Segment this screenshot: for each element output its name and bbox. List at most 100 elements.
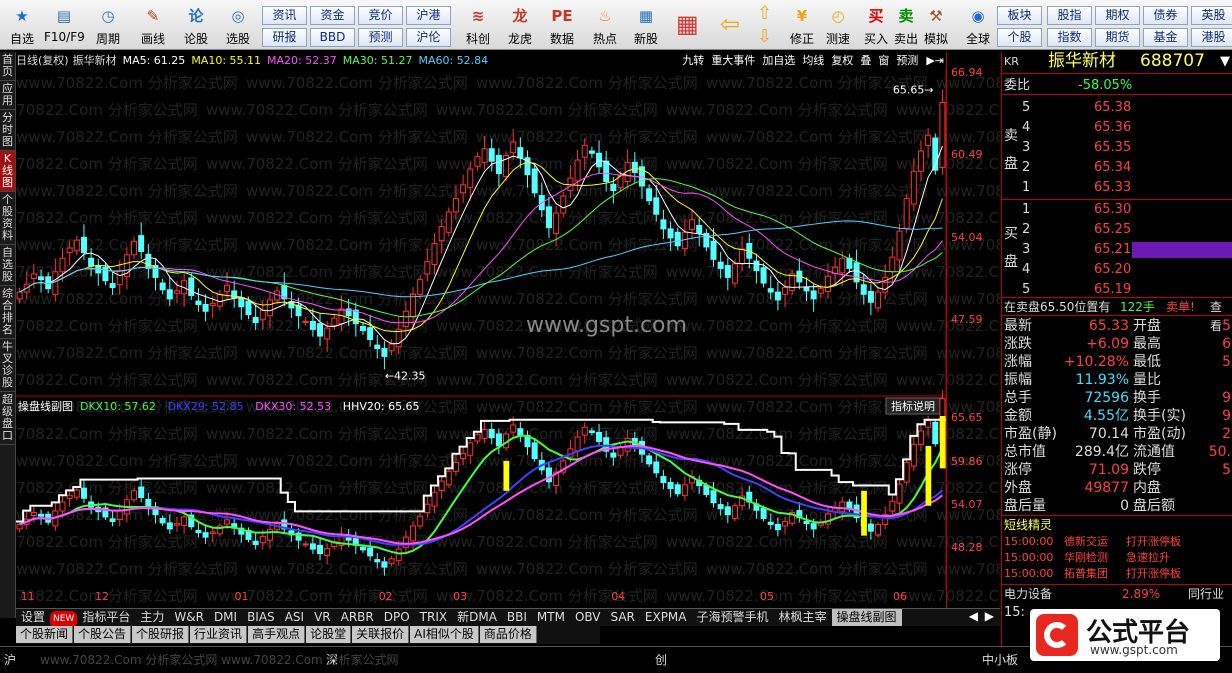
toolbar-rmb-button[interactable]: ¥ 修正 [782,2,822,48]
indicator-tab[interactable]: BBI [502,609,532,626]
sidebar-item[interactable]: 超级盘口 [0,392,15,445]
indicator-tab[interactable]: W&R [169,609,209,626]
info-tab[interactable]: 论股堂 [306,626,352,643]
back-arrow-icon[interactable]: ⇦ [720,10,740,38]
toolbar-hammer-button[interactable]: ⚒ 模拟 [916,2,956,48]
quick-button[interactable]: 股指 [1047,6,1092,25]
indicator-tab[interactable]: 子海预警手机 [692,609,774,626]
play-icon[interactable]: ▶⇥ [926,54,944,67]
sidebar-item[interactable]: 分时图 [0,110,15,151]
chart-tool-button[interactable]: 均线 [802,54,824,67]
grid-icon[interactable]: ▦ [676,10,699,38]
sector-name[interactable]: 电力设备 [1004,585,1052,604]
indicator-tab[interactable]: DPO [379,609,415,626]
quick-button[interactable]: 资讯 [262,6,307,25]
indicator-tab[interactable]: DMI [209,609,242,626]
info-tab[interactable]: 个股研报 [132,626,190,643]
toolbar-f10-button[interactable]: ▤ F10/F9 [44,2,85,48]
quick-button[interactable]: 债券 [1143,6,1188,25]
toolbar-globe-button[interactable]: ◉ 全球 [958,2,998,48]
info-tab[interactable]: 关联报价 [352,626,410,643]
news-row[interactable]: 15:00:00 拓普集团 打开涨停板 [1002,566,1232,585]
quick-button[interactable]: 板块 [997,6,1042,25]
sidebar-item[interactable]: K线图 [0,151,15,192]
toolbar-chart-button[interactable]: ≋ 科创 [458,2,498,48]
chart-tool-button[interactable]: 预测 [896,54,918,67]
candle-body [588,150,595,154]
tab-scroll-right-icon[interactable]: ▶ [985,609,994,623]
sidebar-item[interactable]: 自选股 [0,245,15,286]
quick-button[interactable]: 竞价 [358,6,403,25]
indicator-tab[interactable]: OBV [570,609,606,626]
quick-button[interactable]: 沪港 [406,6,451,25]
indicator-tab[interactable]: VR [309,609,336,626]
toolbar-clock-button[interactable]: ◷ 周期 [88,2,128,48]
indicator-tab[interactable]: BIAS [242,609,280,626]
quick-button[interactable]: 指数 [1047,28,1092,47]
sidebar-item[interactable]: 个股资料 [0,192,15,245]
candle-body [917,150,924,172]
quick-button[interactable]: 期货 [1095,28,1140,47]
indicator-tab[interactable]: MTM [532,609,570,626]
quick-button[interactable]: 资金 [310,6,355,25]
toolbar-star-button[interactable]: ★ 自选 [2,2,42,48]
indicator-tab[interactable]: 主力 [135,609,169,626]
indicator-tab[interactable]: 操盘线副图 [831,609,902,626]
indicator-tab[interactable]: TRIX [415,609,452,626]
toolbar-pick-button[interactable]: ◎ 选股 [218,2,258,48]
indicator-tab[interactable]: ASI [280,609,309,626]
indicator-tab[interactable]: 指标平台 [77,609,135,626]
info-tab[interactable]: 个股公告 [74,626,132,643]
chart-tool-button[interactable]: 九转 [682,54,704,67]
info-tab[interactable]: 商品价格 [479,626,537,643]
indicator-tab[interactable]: EXPMA [640,609,692,626]
up-arrow-icon[interactable]: ⇧ [757,3,772,24]
dropdown-icon[interactable]: ▼ [1220,52,1230,71]
indicator-tab[interactable]: 设置 [16,609,50,626]
tab-scroll-left-icon[interactable]: ◀ [969,609,978,623]
market-index-d[interactable]: 中小板 [982,651,1018,668]
sidebar-item[interactable]: 牛叉诊股 [0,339,15,392]
chart-tool-button[interactable]: 窗 [878,54,889,67]
info-tab[interactable]: 个股新闻 [16,626,74,643]
info-tab[interactable]: 高手观点 [248,626,306,643]
kline-chart[interactable]: www.70822.Com 分析家公式网 www.70822.Com 分析家公式网… [16,70,1000,606]
toolbar-fire-button[interactable]: ♨ 热点 [585,2,625,48]
quick-button[interactable]: BBD [310,28,355,47]
info-tab[interactable]: 行业资讯 [190,626,248,643]
chart-tool-button[interactable]: 叠 [860,54,871,67]
toolbar-pen-button[interactable]: ✎ 画线 [133,2,173,48]
chart-tool-button[interactable]: 复权 [831,54,853,67]
sidebar-item[interactable]: 首页 [0,52,15,81]
quick-button[interactable]: 期权 [1095,6,1140,25]
quick-button[interactable]: 预测 [358,28,403,47]
quick-button[interactable]: 研报 [262,28,307,47]
sidebar-item[interactable]: 综合排名 [0,286,15,339]
quick-button[interactable]: 沪伦 [406,28,451,47]
news-title[interactable]: 短线精灵 [1004,516,1052,535]
market-index-c[interactable]: 创 [655,651,667,668]
sub-indicator-value: HHV20: 65.65 [343,400,420,413]
quick-button[interactable]: 个股 [997,28,1042,47]
sector-peers[interactable]: 同行业 [1188,585,1224,604]
chart-tool-button[interactable]: 加自选 [762,54,795,67]
quick-button[interactable]: 港股 [1191,28,1232,47]
quick-button[interactable]: 英股 [1191,6,1232,25]
toolbar-pe-button[interactable]: PE 数据 [542,2,582,48]
down-arrow-icon[interactable]: ⇩ [757,26,772,47]
market-index-a[interactable]: 沪 [4,651,16,668]
indicator-tab[interactable]: 林枫主宰 [774,609,832,626]
quick-button[interactable]: 基金 [1143,28,1188,47]
sidebar-item[interactable]: 应用 [0,81,15,110]
indicator-tab[interactable]: 新DMA [452,609,502,626]
toolbar-forum-button[interactable]: 论论股 [176,2,216,48]
indicator-tab[interactable]: ARBR [336,609,379,626]
toolbar-ipo-button[interactable]: ▦ 新股 [626,2,666,48]
toolbar-timer-button[interactable]: ◴ 测速 [818,2,858,48]
toolbar-dragon-button[interactable]: 龙龙虎 [500,2,540,48]
info-tab[interactable]: AI相似个股 [410,626,479,643]
chart-period[interactable]: 日线(复权) [16,54,69,67]
indicator-explain-label[interactable]: 指标说明 [891,399,935,413]
indicator-tab[interactable]: SAR [606,609,640,626]
chart-tool-button[interactable]: 重大事件 [711,54,755,67]
